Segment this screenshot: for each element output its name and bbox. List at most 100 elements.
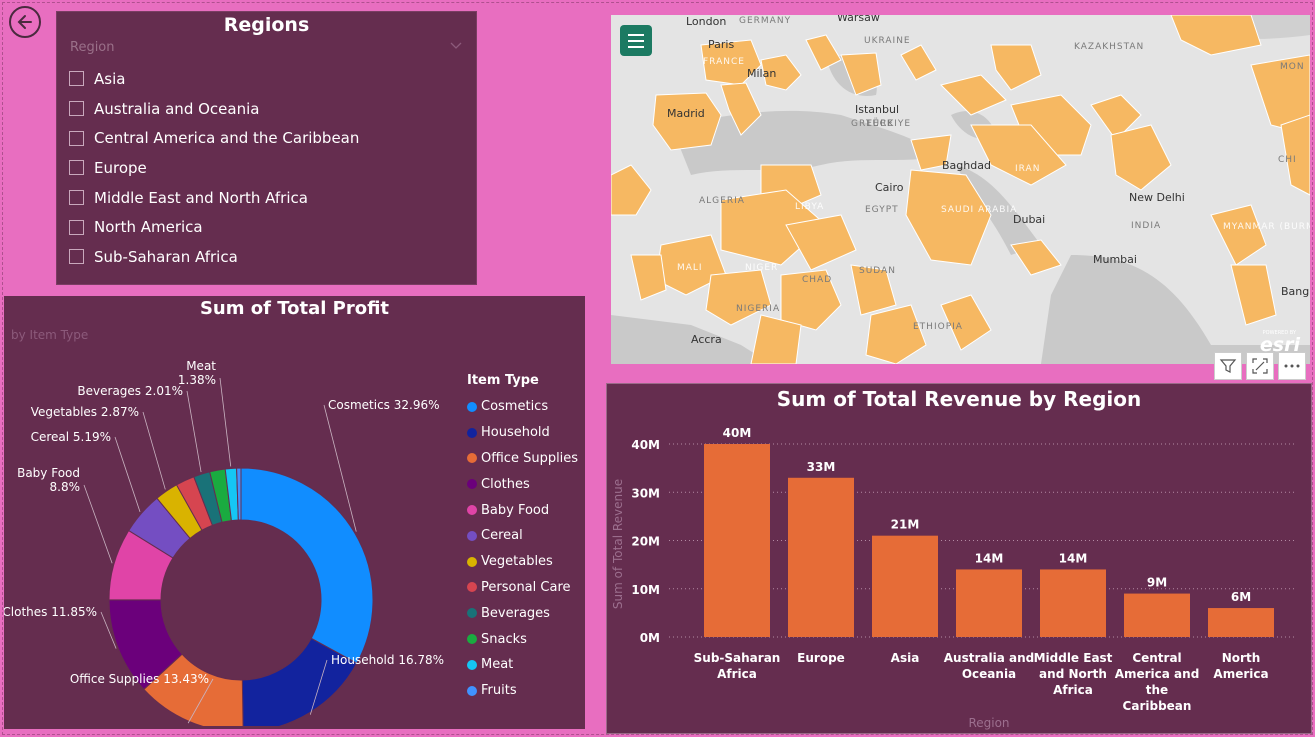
donut-data-label: Cereal 5.19% xyxy=(31,430,111,444)
legend-label: Meat xyxy=(481,657,514,673)
legend-label: Fruits xyxy=(481,683,517,699)
legend-label: Household xyxy=(481,425,550,441)
donut-slice[interactable] xyxy=(240,467,374,664)
x-tick-label: Asia xyxy=(891,651,920,665)
map-label: Warsaw xyxy=(837,15,880,24)
legend-item[interactable]: Cereal xyxy=(467,523,578,549)
legend-marker xyxy=(467,685,477,696)
slicer-item-label: Middle East and North Africa xyxy=(94,188,308,207)
map-label: LIBYA xyxy=(795,202,825,212)
checkbox[interactable] xyxy=(69,101,84,117)
slicer-title: Regions xyxy=(223,14,310,36)
map-label: MYANMAR (BURMA) xyxy=(1223,222,1310,232)
bar-value-label: 14M xyxy=(975,551,1004,565)
legend-item[interactable]: Vegetables xyxy=(467,549,578,575)
donut-data-label: 1.38% xyxy=(178,373,216,387)
checkbox[interactable] xyxy=(69,190,84,206)
filter-button[interactable] xyxy=(1214,352,1242,380)
legend-marker xyxy=(467,582,477,593)
slicer-item[interactable]: Middle East and North Africa xyxy=(69,183,359,213)
bar-chart-title: Sum of Total Revenue by Region xyxy=(777,387,1141,411)
map-label: Paris xyxy=(708,38,735,51)
map-label: FRANCE xyxy=(703,57,745,67)
y-tick-label: 10M xyxy=(631,583,660,597)
map-label: Accra xyxy=(691,333,722,346)
bar[interactable] xyxy=(872,535,938,637)
slicer-item[interactable]: Europe xyxy=(69,153,359,183)
map-label: Milan xyxy=(747,67,777,80)
x-axis-title: Region xyxy=(968,716,1009,730)
donut-leader-line xyxy=(186,390,202,473)
checkbox[interactable] xyxy=(69,130,84,146)
back-button[interactable] xyxy=(9,6,41,38)
legend-item[interactable]: Fruits xyxy=(467,678,578,704)
bar[interactable] xyxy=(1208,608,1274,637)
slicer-item[interactable]: Central America and the Caribbean xyxy=(69,123,359,153)
y-tick-label: 0M xyxy=(640,631,660,645)
legend-label: Personal Care xyxy=(481,579,571,595)
map-menu-button[interactable] xyxy=(620,25,652,56)
bar[interactable] xyxy=(788,477,854,637)
checkbox[interactable] xyxy=(69,71,84,87)
legend-item[interactable]: Household xyxy=(467,420,578,446)
bar[interactable] xyxy=(1124,593,1190,637)
slicer-item-label: North America xyxy=(94,218,203,237)
checkbox[interactable] xyxy=(69,249,84,265)
map-visual[interactable]: London GERMANY Warsaw Paris FRANCE Milan UKRAI… xyxy=(611,15,1310,364)
map-label: SUDAN xyxy=(859,266,896,276)
legend-item[interactable]: Office Supplies xyxy=(467,446,578,472)
donut-data-label: Beverages 2.01% xyxy=(77,384,183,398)
slicer-item-label: Europe xyxy=(94,158,147,177)
map-label: NIGERIA xyxy=(736,304,781,314)
bar[interactable] xyxy=(704,444,770,637)
slicer-item-label: Sub-Saharan Africa xyxy=(94,247,238,266)
slicer-item[interactable]: Australia and Oceania xyxy=(69,94,359,124)
map-label: MALI xyxy=(677,263,703,273)
legend-label: Cereal xyxy=(481,528,523,544)
checkbox[interactable] xyxy=(69,219,84,235)
map-label: Bangko xyxy=(1281,285,1310,298)
legend-marker xyxy=(467,479,477,490)
revenue-bar-visual: Sum of Total Revenue by Region 0M 10M 20M 30… xyxy=(606,383,1312,734)
legend-label: Cosmetics xyxy=(481,399,549,415)
more-options-button[interactable] xyxy=(1278,352,1306,380)
slicer-item[interactable]: Asia xyxy=(69,64,359,94)
legend-marker xyxy=(467,453,477,464)
bar-value-label: 40M xyxy=(723,426,752,440)
donut-leader-line xyxy=(83,484,113,564)
map-label: ETHIOPIA xyxy=(913,322,963,332)
legend-item[interactable]: Baby Food xyxy=(467,497,578,523)
bar-value-label: 9M xyxy=(1147,576,1167,590)
map-label: KAZAKHSTAN xyxy=(1074,42,1145,52)
legend-marker xyxy=(467,659,477,670)
slicer-header: Region xyxy=(70,40,115,55)
donut-data-label: Household 16.78% xyxy=(331,653,444,667)
legend-item[interactable]: Meat xyxy=(467,652,578,678)
donut-legend: Cosmetics Household Office Supplies Clothes… xyxy=(467,394,578,704)
focus-mode-button[interactable] xyxy=(1246,352,1274,380)
checkbox[interactable] xyxy=(69,160,84,176)
legend-label: Baby Food xyxy=(481,502,550,518)
legend-item[interactable]: Clothes xyxy=(467,471,578,497)
legend-marker xyxy=(467,556,477,567)
y-tick-label: 30M xyxy=(631,486,660,500)
legend-item[interactable]: Beverages xyxy=(467,600,578,626)
legend-item[interactable]: Personal Care xyxy=(467,575,578,601)
bar[interactable] xyxy=(1040,569,1106,637)
legend-item[interactable]: Snacks xyxy=(467,626,578,652)
bar-value-label: 21M xyxy=(891,518,920,532)
map-label: ALGERIA xyxy=(699,196,745,206)
slicer-item[interactable]: North America xyxy=(69,212,359,242)
slicer-item[interactable]: Sub-Saharan Africa xyxy=(69,242,359,272)
map-label: GERMANY xyxy=(739,16,792,26)
legend-marker xyxy=(467,505,477,516)
map-label: New Delhi xyxy=(1129,191,1185,204)
map-label: IRAN xyxy=(1015,164,1041,174)
chevron-down-icon[interactable] xyxy=(450,40,462,50)
donut-data-label: Cosmetics 32.96% xyxy=(328,398,440,412)
legend-label: Office Supplies xyxy=(481,450,579,466)
legend-item[interactable]: Cosmetics xyxy=(467,394,578,420)
bar[interactable] xyxy=(956,569,1022,637)
map-canvas xyxy=(611,15,1310,364)
map-label: London xyxy=(686,15,727,28)
